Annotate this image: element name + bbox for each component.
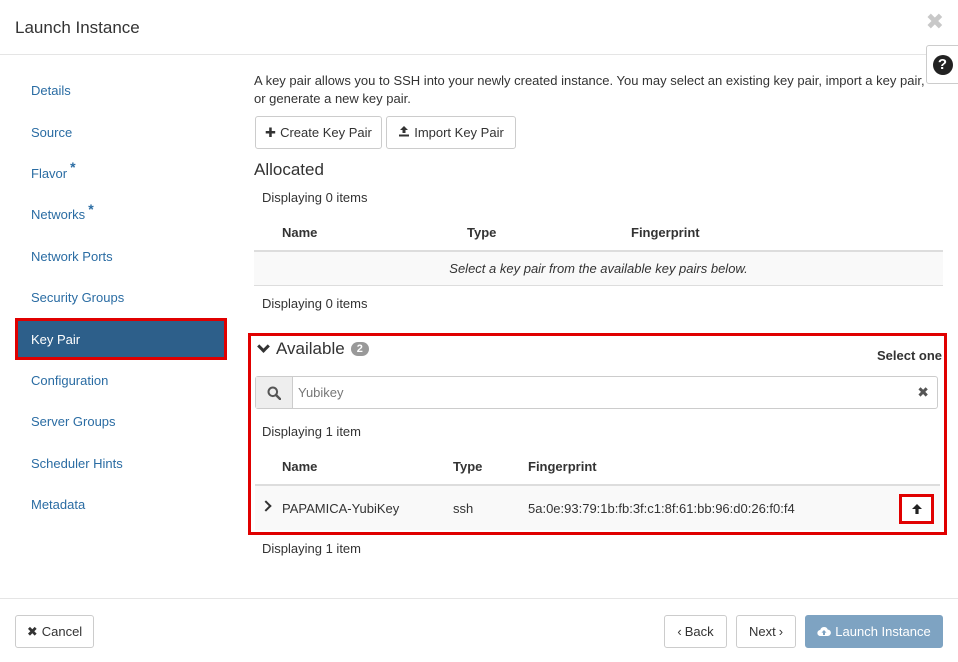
button-label: Next bbox=[748, 624, 776, 639]
back-button[interactable]: ‹ Back bbox=[664, 615, 727, 648]
sidebar-item-label: Flavor bbox=[31, 165, 68, 181]
required-marker: * bbox=[88, 200, 94, 217]
upload-icon bbox=[398, 125, 410, 140]
key-pair-name: PAPAMICA-YubiKey bbox=[282, 501, 400, 516]
available-heading[interactable]: Available 2 bbox=[257, 339, 369, 359]
select-one-hint: Select one bbox=[876, 348, 942, 363]
sidebar-item-scheduler-hints[interactable]: Scheduler Hints bbox=[15, 443, 227, 484]
dialog-footer: ✖ Cancel ‹ Back Next › Launch Instance bbox=[0, 598, 958, 662]
button-label: Back bbox=[684, 624, 714, 639]
sidebar-item-flavor[interactable]: Flavor * bbox=[15, 153, 227, 194]
sidebar-item-metadata[interactable]: Metadata bbox=[15, 484, 227, 525]
button-label: Import Key Pair bbox=[414, 125, 504, 140]
allocated-col-name[interactable]: Name bbox=[282, 225, 317, 240]
sidebar-item-source[interactable]: Source bbox=[15, 111, 227, 152]
chevron-left-icon: ‹ bbox=[677, 624, 682, 639]
sidebar-item-label: Server Groups bbox=[31, 414, 116, 430]
next-button[interactable]: Next › bbox=[736, 615, 796, 648]
allocated-heading: Allocated bbox=[254, 160, 324, 179]
sidebar-item-label: Scheduler Hints bbox=[31, 455, 123, 471]
required-marker: * bbox=[70, 159, 76, 176]
clear-search-icon[interactable]: ✖ bbox=[917, 384, 929, 401]
available-col-fingerprint[interactable]: Fingerprint bbox=[528, 459, 597, 474]
button-label: Cancel bbox=[41, 624, 83, 639]
available-search-box: ✖ bbox=[255, 376, 938, 409]
close-icon: ✖ bbox=[26, 623, 38, 639]
sidebar-item-label: Metadata bbox=[31, 497, 86, 513]
chevron-down-icon bbox=[257, 340, 270, 353]
button-label: Create Key Pair bbox=[280, 125, 372, 140]
sidebar-item-networks[interactable]: Networks * bbox=[15, 194, 227, 235]
dialog-title: Launch Instance bbox=[15, 18, 140, 37]
available-count-badge: 2 bbox=[350, 342, 369, 356]
allocated-col-fingerprint[interactable]: Fingerprint bbox=[631, 225, 700, 240]
sidebar-item-label: Networks bbox=[31, 207, 86, 223]
allocated-empty-message: Select a key pair from the available key… bbox=[254, 250, 943, 286]
sidebar-item-server-groups[interactable]: Server Groups bbox=[15, 401, 227, 442]
allocated-count-top: Displaying 0 items bbox=[262, 190, 368, 205]
key-pair-description: A key pair allows you to SSH into your n… bbox=[254, 73, 925, 106]
sidebar-item-label: Security Groups bbox=[31, 290, 125, 306]
key-pair-fingerprint: 5a:0e:93:79:1b:fb:3f:c1:8f:61:bb:96:d0:2… bbox=[528, 501, 795, 516]
sidebar-item-details[interactable]: Details bbox=[15, 70, 227, 111]
chevron-right-icon: › bbox=[778, 624, 784, 639]
plus-icon: ✚ bbox=[265, 124, 277, 140]
import-key-pair-button[interactable]: Import Key Pair bbox=[386, 116, 516, 149]
available-title: Available bbox=[276, 339, 345, 358]
sidebar-item-label: Network Ports bbox=[31, 248, 113, 264]
sidebar-item-label: Details bbox=[31, 83, 71, 99]
allocated-count-bottom: Displaying 0 items bbox=[262, 296, 368, 311]
available-count-top: Displaying 1 item bbox=[262, 424, 361, 439]
available-col-name[interactable]: Name bbox=[282, 459, 317, 474]
wizard-sidebar: Details Source Flavor * Networks * Network… bbox=[15, 70, 227, 525]
sidebar-item-label: Key Pair bbox=[31, 331, 81, 347]
sidebar-item-label: Configuration bbox=[31, 372, 109, 388]
cloud-upload-icon bbox=[817, 627, 832, 637]
allocated-col-type[interactable]: Type bbox=[467, 225, 496, 240]
sidebar-item-network-ports[interactable]: Network Ports bbox=[15, 236, 227, 277]
search-input[interactable] bbox=[293, 377, 913, 408]
close-icon[interactable]: ✖ bbox=[926, 11, 944, 33]
arrow-up-icon bbox=[911, 504, 922, 514]
dialog-header: Launch Instance ✖ bbox=[0, 0, 958, 55]
sidebar-item-security-groups[interactable]: Security Groups bbox=[15, 277, 227, 318]
launch-instance-button[interactable]: Launch Instance bbox=[805, 615, 943, 648]
button-label: Launch Instance bbox=[835, 624, 931, 639]
cancel-button[interactable]: ✖ Cancel bbox=[15, 615, 94, 648]
key-pair-type: ssh bbox=[453, 501, 474, 516]
available-count-bottom: Displaying 1 item bbox=[262, 541, 361, 556]
allocate-key-pair-button[interactable] bbox=[899, 494, 934, 524]
create-key-pair-button[interactable]: ✚ Create Key Pair bbox=[255, 116, 382, 149]
sidebar-item-configuration[interactable]: Configuration bbox=[15, 360, 227, 401]
sidebar-item-label: Source bbox=[31, 124, 73, 140]
sidebar-item-key-pair[interactable]: Key Pair bbox=[15, 318, 227, 360]
search-icon bbox=[256, 377, 293, 408]
available-col-type[interactable]: Type bbox=[453, 459, 482, 474]
help-icon: ? bbox=[932, 54, 953, 75]
